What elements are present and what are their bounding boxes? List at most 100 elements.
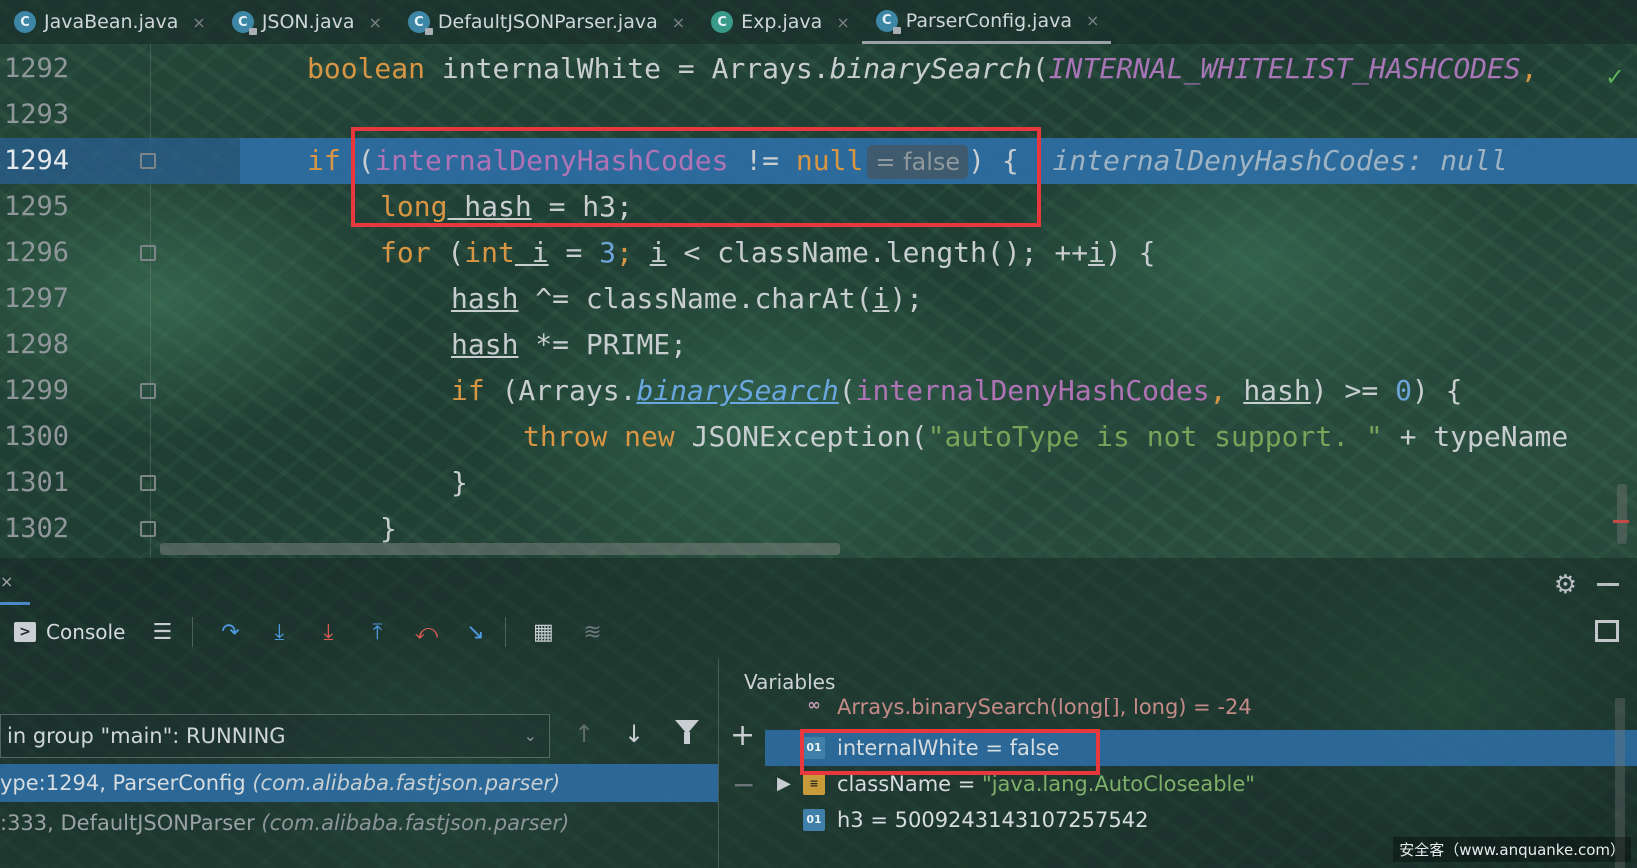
- expand-icon[interactable]: ▶: [777, 766, 791, 802]
- lock-icon: [424, 28, 433, 35]
- tab-label: Exp.java: [741, 11, 823, 33]
- line-number: 1292: [4, 53, 70, 84]
- filter-icon: [684, 732, 690, 744]
- code-text: if (Arrays.binarySearch(internalDenyHash…: [451, 374, 1463, 407]
- class-icon: C: [407, 11, 433, 35]
- frame-package: (com.alibaba.fastjson.parser): [261, 811, 570, 835]
- fold-icon[interactable]: [140, 153, 156, 169]
- line-number: 1302: [4, 513, 70, 544]
- class-icon: C: [14, 11, 36, 33]
- evaluate-expression-icon[interactable]: ▦: [531, 620, 555, 645]
- thread-select-value: in group "main": RUNNING: [7, 724, 286, 748]
- run-to-cursor-icon[interactable]: ↘: [463, 620, 487, 645]
- arrow-up-icon[interactable]: ↑: [574, 720, 594, 748]
- variable-row[interactable]: ∞ Arrays.binarySearch(long[], long) = -2…: [765, 698, 1637, 718]
- variable-text: Arrays.binarySearch(long[], long) = -24: [837, 698, 1252, 718]
- lock-icon: [248, 28, 257, 35]
- tab-exp[interactable]: C Exp.java ×: [697, 0, 862, 44]
- close-icon[interactable]: ×: [672, 13, 685, 32]
- class-icon: C: [875, 9, 901, 34]
- close-icon[interactable]: ×: [0, 572, 13, 591]
- fold-icon[interactable]: [140, 383, 156, 399]
- tab-label: JSON.java: [261, 11, 355, 33]
- error-stripe-mark[interactable]: [1613, 520, 1629, 523]
- frames-pane: in group "main": RUNNING ⌄ ↑ ↓ ype:1294,…: [0, 658, 718, 868]
- code-editor[interactable]: 1292 boolean internalWhite = Arrays.bina…: [0, 44, 1637, 558]
- trace-icon[interactable]: ≋: [580, 620, 604, 645]
- line-number: 1294: [4, 145, 70, 176]
- fold-end-icon[interactable]: [140, 521, 156, 537]
- drop-frame-icon[interactable]: ⤺: [414, 620, 439, 645]
- pane-separator[interactable]: [718, 658, 719, 868]
- step-out-icon[interactable]: ⤒: [365, 620, 389, 645]
- chevron-down-icon: ⌄: [523, 726, 537, 745]
- code-text: throw new JSONException("autoType is not…: [523, 420, 1569, 453]
- object-icon: ≡: [803, 773, 825, 795]
- layout-icon[interactable]: [1595, 620, 1619, 642]
- code-line[interactable]: 1299 if (Arrays.binarySearch(internalDen…: [0, 368, 1637, 414]
- line-number: 1300: [4, 421, 70, 452]
- stack-frame[interactable]: :333, DefaultJSONParser (com.alibaba.fas…: [0, 804, 718, 842]
- force-step-into-icon[interactable]: ⤓: [316, 620, 340, 645]
- line-number: 1293: [4, 99, 70, 130]
- gear-icon[interactable]: ⚙: [1554, 570, 1577, 600]
- arrow-down-icon[interactable]: ↓: [624, 720, 644, 748]
- tab-label: JavaBean.java: [44, 11, 179, 33]
- console-icon: >: [14, 622, 36, 642]
- fold-icon[interactable]: [140, 245, 156, 261]
- minimize-icon[interactable]: [1597, 583, 1619, 586]
- code-text: boolean internalWhite = Arrays.binarySea…: [307, 52, 1538, 85]
- close-icon[interactable]: ×: [836, 13, 849, 32]
- tab-label: ParserConfig.java: [905, 9, 1072, 32]
- step-into-icon[interactable]: ⤓: [267, 620, 291, 645]
- frames-list-icon[interactable]: ☰: [150, 620, 174, 645]
- line-number: 1295: [4, 191, 70, 222]
- highlight-box: [351, 127, 1041, 227]
- watermark: 安全客（www.anquanke.com）: [1393, 837, 1631, 862]
- line-number: 1296: [4, 237, 70, 268]
- active-tab-indicator: [0, 602, 30, 605]
- tab-parserconfig[interactable]: C ParserConfig.java ×: [861, 0, 1112, 44]
- debug-inline-value: internalDenyHashCodes: null: [1052, 144, 1508, 177]
- frame-package: (com.alibaba.fastjson.parser): [252, 771, 561, 795]
- horizontal-scrollbar[interactable]: [160, 543, 840, 555]
- code-line[interactable]: 1298 hash *= PRIME;: [0, 322, 1637, 368]
- fold-end-icon[interactable]: [140, 475, 156, 491]
- tab-defaultjsonparser[interactable]: C DefaultJSONParser.java ×: [394, 0, 697, 44]
- line-number: 1297: [4, 283, 70, 314]
- close-icon[interactable]: ×: [192, 13, 205, 32]
- debug-header: × ⚙: [0, 558, 1637, 606]
- line-number: 1301: [4, 467, 70, 498]
- close-icon[interactable]: ×: [1086, 11, 1099, 30]
- frame-location: ype:1294, ParserConfig: [0, 771, 253, 795]
- step-over-icon[interactable]: ↷: [218, 620, 242, 645]
- stack-frame[interactable]: ype:1294, ParserConfig (com.alibaba.fast…: [0, 764, 718, 802]
- console-tab[interactable]: > Console: [14, 620, 125, 644]
- code-text: for (int i = 3; i < className.length(); …: [380, 236, 1156, 269]
- method-return-icon: ∞: [807, 698, 821, 714]
- code-text: hash ^= className.charAt(i);: [451, 282, 924, 315]
- code-line[interactable]: 1292 boolean internalWhite = Arrays.bina…: [0, 46, 1637, 92]
- toolbar-separator: [505, 617, 507, 647]
- code-line[interactable]: 1300 throw new JSONException("autoType i…: [0, 414, 1637, 460]
- remove-watch-icon[interactable]: −: [732, 768, 755, 801]
- toolbar-separator: [192, 617, 194, 647]
- code-text: hash *= PRIME;: [451, 328, 688, 361]
- close-icon[interactable]: ×: [369, 13, 382, 32]
- code-line[interactable]: 1297 hash ^= className.charAt(i);: [0, 276, 1637, 322]
- tab-json[interactable]: C JSON.java ×: [218, 0, 394, 44]
- code-line[interactable]: 1301 }: [0, 460, 1637, 506]
- code-line[interactable]: 1296 for (int i = 3; i < className.lengt…: [0, 230, 1637, 276]
- editor-tab-bar: C JavaBean.java × C JSON.java × C Defaul…: [0, 0, 1637, 44]
- vertical-scrollbar[interactable]: [1617, 484, 1627, 544]
- tab-javabean[interactable]: C JavaBean.java ×: [0, 0, 218, 44]
- thread-select[interactable]: in group "main": RUNNING ⌄: [0, 714, 550, 758]
- debug-panel: × ⚙ > Console ☰ ↷ ⤓ ⤓ ⤒ ⤺ ↘ ▦ ≋ in group…: [0, 558, 1637, 868]
- add-watch-icon[interactable]: +: [730, 718, 755, 753]
- console-label: Console: [46, 620, 126, 644]
- variable-row[interactable]: 01 h3 = 5009243143107257542: [765, 802, 1637, 838]
- tab-label: DefaultJSONParser.java: [437, 11, 658, 33]
- highlight-box: [800, 729, 1100, 775]
- line-number: 1298: [4, 329, 70, 360]
- line-number: 1299: [4, 375, 70, 406]
